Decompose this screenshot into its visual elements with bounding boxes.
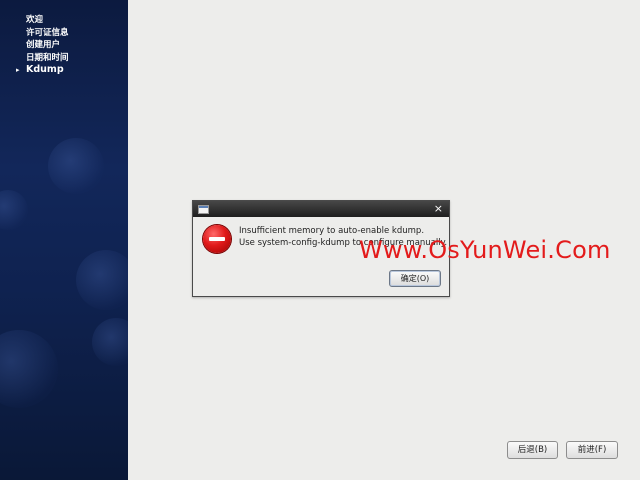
sidebar-item-create-user: 创建用户: [0, 39, 128, 52]
background-bubble: [76, 250, 128, 310]
sidebar-item-label: 欢迎: [26, 15, 44, 25]
background-bubble: [48, 138, 104, 194]
error-icon: [203, 225, 231, 253]
sidebar-item-label: 日期和时间: [26, 52, 69, 63]
sidebar: 欢迎 许可证信息 创建用户 日期和时间 ▸ Kdump: [0, 0, 128, 480]
forward-button[interactable]: 前进(F): [566, 441, 618, 459]
ok-button[interactable]: 确定(O): [389, 270, 441, 287]
sidebar-item-kdump: ▸ Kdump: [0, 64, 128, 77]
watermark-text: Www.OsYunWei.Com: [359, 236, 611, 264]
background-bubble: [0, 330, 58, 408]
dialog-titlebar[interactable]: ×: [193, 201, 449, 217]
window-icon: [198, 205, 209, 214]
background-bubble: [0, 190, 28, 230]
sidebar-item-license: 许可证信息: [0, 27, 128, 40]
background-bubble: [92, 318, 128, 366]
active-arrow-icon: ▸: [16, 66, 20, 74]
sidebar-nav: 欢迎 许可证信息 创建用户 日期和时间 ▸ Kdump: [0, 14, 128, 77]
close-icon[interactable]: ×: [434, 202, 443, 216]
sidebar-item-date-time: 日期和时间: [0, 52, 128, 65]
sidebar-item-label: Kdump: [26, 64, 64, 75]
back-button[interactable]: 后退(B): [507, 441, 558, 459]
sidebar-item-label: 许可证信息: [26, 27, 69, 38]
sidebar-item-welcome: 欢迎: [0, 14, 128, 27]
sidebar-item-label: 创建用户: [26, 40, 61, 50]
